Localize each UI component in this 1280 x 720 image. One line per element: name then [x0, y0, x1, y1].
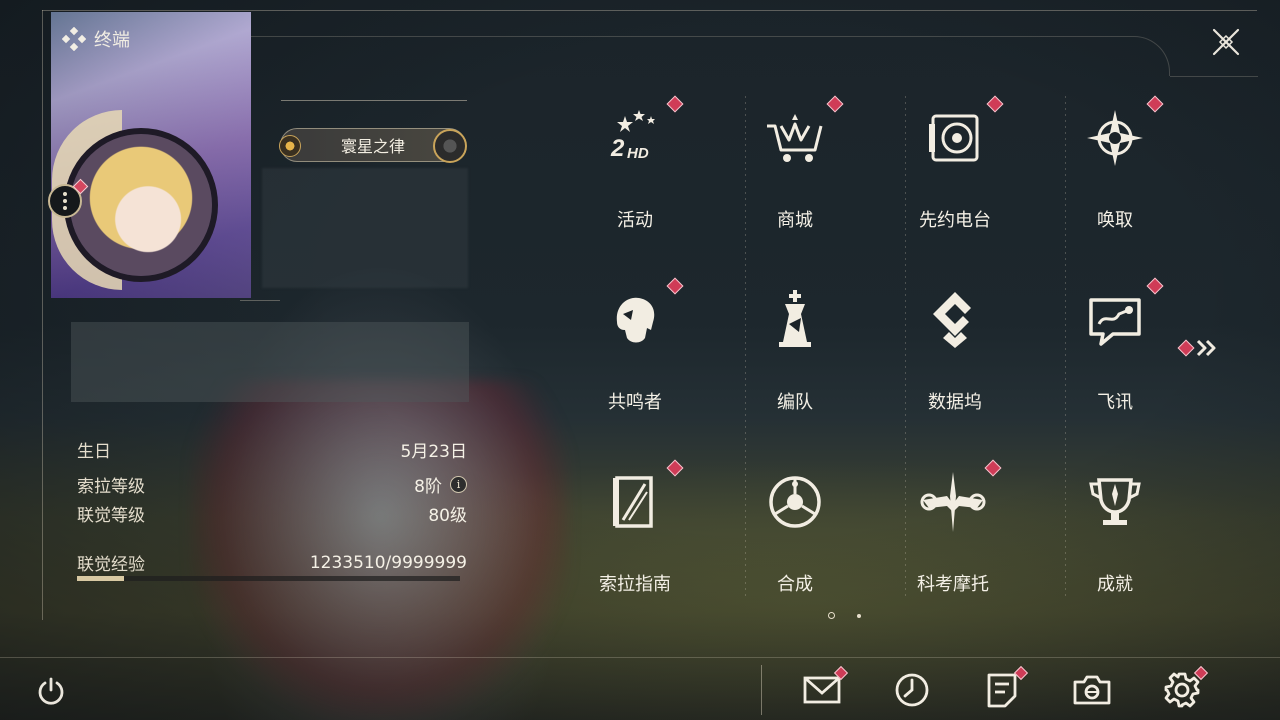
guide-book-icon [599, 466, 671, 538]
stat-value: 8阶 [414, 477, 442, 497]
data-dock-icon [919, 284, 991, 356]
menu-grid: 2 HD 活动 商城 先约电台 唤取共鸣者 编队 数据坞 飞讯索拉指南 合成 科考摩托 成就 [585, 95, 1167, 596]
menu-item-label: 商城 [777, 210, 813, 231]
power-icon [38, 677, 64, 705]
menu-item-shop-cart[interactable]: 商城 [735, 95, 855, 246]
avatar[interactable] [64, 128, 218, 282]
settings-button[interactable] [1162, 665, 1209, 710]
menu-item-label: 成就 [1097, 574, 1133, 595]
svg-text:HD: HD [627, 145, 649, 162]
menu-item-team-chess[interactable]: 编队 [735, 278, 855, 428]
message-chat-icon [1079, 284, 1151, 356]
synthesis-icon [759, 466, 831, 538]
clock-button[interactable] [892, 670, 932, 710]
exp-progress-fill [77, 576, 125, 581]
menu-item-trophy[interactable]: 成就 [1055, 460, 1175, 610]
page-dot[interactable] [857, 613, 861, 618]
frame-curve [250, 36, 1170, 76]
notice-icon [985, 672, 1019, 708]
convene-compass-icon [1079, 102, 1151, 174]
name-area-blurred [262, 168, 468, 288]
sun-ornament-icon [279, 135, 301, 157]
page-dot-active[interactable] [828, 612, 835, 619]
menu-item-activity-2hd[interactable]: 2 HD 活动 [575, 95, 695, 246]
trophy-icon [1079, 466, 1151, 538]
shop-cart-icon [759, 102, 831, 174]
motorcycle-icon [917, 466, 989, 538]
menu-item-radio[interactable]: 先约电台 [895, 95, 1015, 246]
clock-icon [894, 672, 930, 708]
menu-item-label: 唤取 [1097, 210, 1133, 231]
stat-value: 5月23日 [400, 442, 467, 462]
menu-item-resonator-head[interactable]: 共鸣者 [575, 277, 695, 428]
mail-icon [802, 673, 842, 707]
page-header: 终端 [62, 26, 130, 52]
menu-item-guide-book[interactable]: 索拉指南 [575, 459, 695, 610]
page-title: 终端 [94, 30, 130, 51]
stat-label: 联觉经验 [77, 555, 145, 575]
menu-item-convene-compass[interactable]: 唤取 [1055, 95, 1175, 246]
next-page-badge [1177, 339, 1195, 357]
menu-item-label: 合成 [777, 574, 813, 595]
frame-line-left [42, 10, 43, 620]
signature-area-blurred[interactable] [71, 322, 469, 402]
more-dots-icon [63, 191, 67, 212]
stat-value: 1233510/9999999 [309, 552, 467, 573]
title-badge-label: 寰星之律 [340, 137, 405, 156]
camera-button[interactable] [1072, 670, 1112, 710]
exp-progress-bar [77, 576, 460, 581]
close-icon [1212, 28, 1240, 56]
stat-union-level: 联觉等级 80级 [77, 501, 467, 526]
menu-item-label: 索拉指南 [599, 574, 671, 595]
avatar-portrait [70, 134, 212, 276]
team-chess-icon [759, 284, 831, 356]
frame-line-top [42, 10, 1257, 11]
stat-value: 80级 [428, 506, 467, 526]
menu-item-label: 数据坞 [928, 392, 982, 413]
menu-item-label: 飞讯 [1097, 392, 1133, 413]
info-icon[interactable]: i [450, 476, 467, 493]
stat-label: 生日 [77, 442, 111, 462]
menu-item-label: 科考摩托 [917, 574, 989, 595]
double-chevron-right-icon [1196, 339, 1216, 357]
ring-ornament-icon [433, 129, 467, 163]
notice-button[interactable] [982, 665, 1029, 710]
frame-line-bottom [0, 657, 1280, 658]
terminal-diamond-icon [62, 27, 86, 51]
mail-button[interactable] [802, 665, 849, 710]
stat-value-wrap: 8阶 i [414, 472, 467, 497]
stat-label: 联觉等级 [77, 506, 145, 526]
svg-text:2: 2 [610, 135, 625, 162]
pagination-dots [828, 612, 861, 619]
activity-2hd-icon: 2 HD [599, 102, 671, 174]
menu-item-label: 共鸣者 [608, 392, 662, 413]
title-badge[interactable]: 寰星之律 [279, 128, 467, 163]
menu-item-synthesis[interactable]: 合成 [735, 460, 855, 610]
menu-item-message-chat[interactable]: 飞讯 [1055, 277, 1175, 428]
menu-item-label: 活动 [617, 210, 653, 231]
next-page-button[interactable] [1177, 338, 1220, 358]
close-button[interactable] [1206, 22, 1246, 62]
stat-sol-rank: 索拉等级 8阶 i [77, 472, 467, 497]
stat-label: 索拉等级 [77, 477, 145, 497]
menu-item-label: 编队 [777, 392, 813, 413]
stat-birthday: 生日 5月23日 [77, 437, 467, 462]
camera-icon [1072, 673, 1112, 707]
menu-item-motorcycle[interactable]: 科考摩托 [893, 459, 1013, 610]
power-button[interactable] [34, 674, 68, 708]
menu-item-data-dock[interactable]: 数据坞 [895, 278, 1015, 428]
stat-union-exp: 联觉经验 1233510/9999999 [77, 550, 467, 576]
resonator-head-icon [599, 284, 671, 356]
gear-icon [1163, 671, 1201, 709]
radio-icon [919, 102, 991, 174]
menu-item-label: 先约电台 [919, 210, 991, 231]
